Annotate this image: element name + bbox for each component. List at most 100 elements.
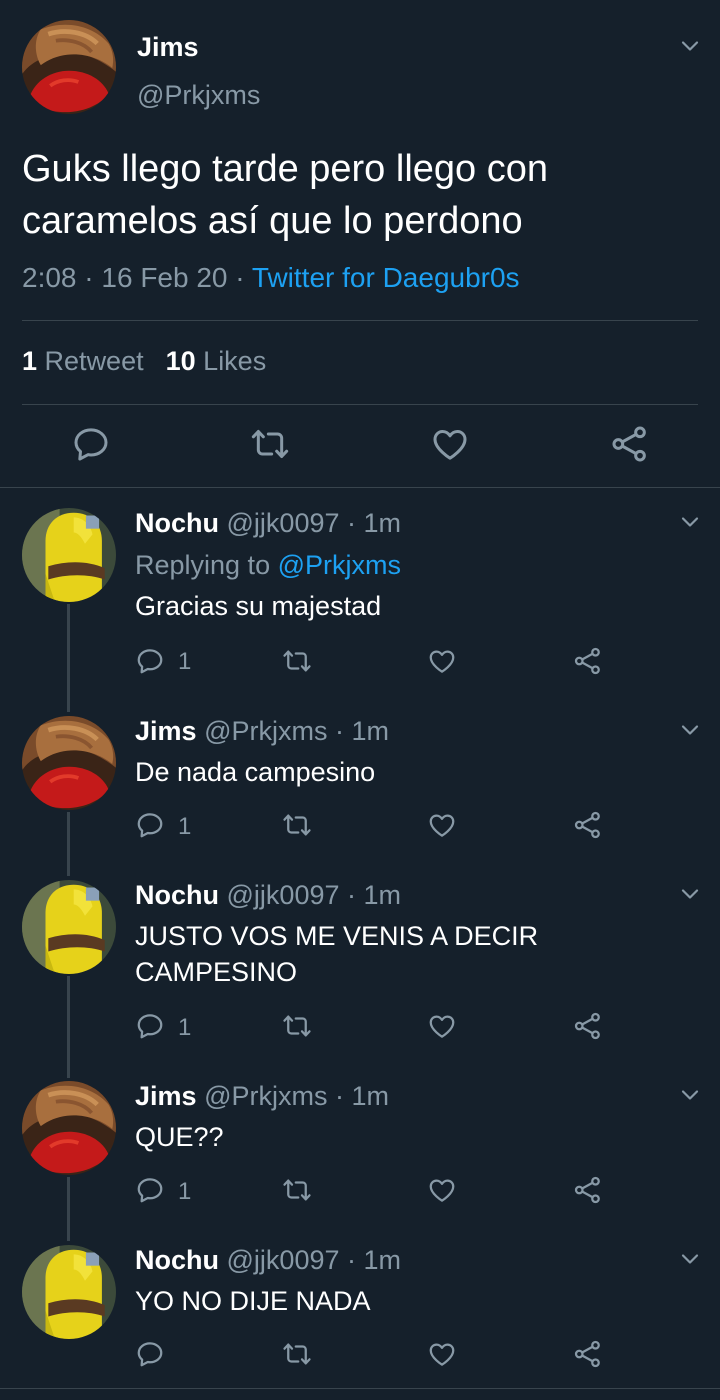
author-handle[interactable]: @Prkjxms: [137, 80, 260, 111]
share-icon[interactable]: [573, 1175, 603, 1205]
like-icon[interactable]: [427, 1175, 457, 1205]
meta-separator: ·: [84, 262, 94, 293]
avatar-image-jims: [22, 20, 116, 114]
reply-text: Gracias su majestad: [135, 591, 382, 621]
reply-count: 1: [178, 648, 192, 675]
reply-tweet[interactable]: Nochu @jjk0097 · 1m JUSTO VOS ME VENIS A…: [0, 880, 720, 1070]
reply-icon[interactable]: [135, 1011, 165, 1041]
share-icon[interactable]: [610, 424, 650, 464]
divider: [22, 404, 698, 405]
like-icon[interactable]: [427, 646, 457, 676]
tweet-date: 16 Feb 20: [101, 262, 228, 293]
retweet-icon[interactable]: [282, 646, 312, 676]
chevron-down-icon[interactable]: [678, 34, 702, 58]
reply-header: Jims @Prkjxms · 1m: [135, 716, 389, 747]
reply-tweet[interactable]: Nochu @jjk0097 · 1m Replying to @Prkjxms…: [0, 508, 720, 698]
reply-tweet[interactable]: Jims @Prkjxms · 1m QUE?? 1: [0, 1081, 720, 1231]
avatar[interactable]: [22, 1081, 116, 1175]
author-handle[interactable]: @Prkjxms: [204, 716, 327, 746]
avatar-image-nochu: [22, 508, 116, 602]
reply-icon[interactable]: [71, 424, 111, 464]
retweet-icon[interactable]: [282, 1175, 312, 1205]
share-icon[interactable]: [573, 646, 603, 676]
chevron-down-icon[interactable]: [678, 718, 702, 742]
chevron-down-icon[interactable]: [678, 882, 702, 906]
avatar[interactable]: [22, 880, 116, 974]
reply-icon[interactable]: [135, 1339, 165, 1369]
replying-handle-link[interactable]: @Prkjxms: [278, 550, 401, 580]
author-handle[interactable]: @Prkjxms: [204, 1081, 327, 1111]
meta-separator: ·: [334, 1081, 344, 1111]
reply-text: YO NO DIJE NADA: [135, 1286, 371, 1316]
like-icon[interactable]: [430, 424, 470, 464]
reply-text: JUSTO VOS ME VENIS A DECIR CAMPESINO: [135, 918, 675, 990]
tweet-meta: 2:08 · 16 Feb 20 · Twitter for Daegubr0s: [22, 262, 520, 294]
like-icon[interactable]: [427, 1011, 457, 1041]
retweet-icon[interactable]: [250, 424, 290, 464]
author-handle[interactable]: @jjk0097: [227, 880, 340, 910]
likes-label: Likes: [203, 346, 267, 376]
author-name[interactable]: Nochu: [135, 1245, 219, 1275]
reply-header: Jims @Prkjxms · 1m: [135, 1081, 389, 1112]
author-name[interactable]: Nochu: [135, 508, 219, 538]
meta-separator: ·: [347, 880, 357, 910]
reply-icon[interactable]: [135, 646, 165, 676]
reply-count: 1: [178, 1014, 192, 1041]
chevron-down-icon[interactable]: [678, 510, 702, 534]
author-handle[interactable]: @jjk0097: [227, 508, 340, 538]
likes-count: 10: [165, 346, 196, 376]
retweets-stat[interactable]: 1 Retweet: [22, 346, 144, 376]
author-name[interactable]: Jims: [135, 1081, 197, 1111]
share-icon[interactable]: [573, 1339, 603, 1369]
chevron-down-icon[interactable]: [678, 1083, 702, 1107]
reply-text: De nada campesino: [135, 757, 376, 787]
avatar-image-jims: [22, 1081, 116, 1175]
replying-label: Replying to: [135, 550, 271, 580]
likes-stat[interactable]: 10 Likes: [166, 346, 267, 376]
divider: [0, 487, 720, 488]
tweet-stats: 1 Retweet 10 Likes: [22, 346, 266, 377]
meta-separator: ·: [347, 508, 357, 538]
author-name[interactable]: Nochu: [135, 880, 219, 910]
tweet-text-line: Guks llego tarde pero llego con: [22, 148, 548, 190]
tweet-text: Guks llego tarde pero llego con caramelo…: [22, 143, 682, 247]
avatar-image-nochu: [22, 880, 116, 974]
reply-icon[interactable]: [135, 810, 165, 840]
retweet-icon[interactable]: [282, 1339, 312, 1369]
avatar[interactable]: [22, 716, 116, 810]
reply-header: Nochu @jjk0097 · 1m: [135, 880, 401, 911]
meta-separator: ·: [235, 262, 245, 293]
retweet-count: 1: [22, 346, 38, 376]
chevron-down-icon[interactable]: [678, 1247, 702, 1271]
author-name[interactable]: Jims: [135, 716, 197, 746]
avatar-image-nochu: [22, 1245, 116, 1339]
reply-count: 1: [178, 1178, 192, 1205]
reply-icon[interactable]: [135, 1175, 165, 1205]
avatar[interactable]: [22, 508, 116, 602]
share-icon[interactable]: [573, 810, 603, 840]
author-handle[interactable]: @jjk0097: [227, 1245, 340, 1275]
retweet-icon[interactable]: [282, 810, 312, 840]
author-name[interactable]: Jims: [137, 32, 199, 63]
reply-text-line: CAMPESINO: [135, 957, 298, 987]
reply-time: 1m: [351, 1081, 390, 1111]
reply-text: QUE??: [135, 1122, 224, 1152]
avatar[interactable]: [22, 20, 116, 114]
like-icon[interactable]: [427, 1339, 457, 1369]
reply-time: 1m: [351, 716, 390, 746]
meta-separator: ·: [334, 716, 344, 746]
reply-tweet[interactable]: Jims @Prkjxms · 1m De nada campesino 1: [0, 716, 720, 866]
avatar[interactable]: [22, 1245, 116, 1339]
reply-time: 1m: [363, 880, 402, 910]
reply-tweet[interactable]: Nochu @jjk0097 · 1m YO NO DIJE NADA: [0, 1245, 720, 1385]
main-tweet: Jims @Prkjxms Guks llego tarde pero lleg…: [0, 0, 720, 488]
meta-separator: ·: [347, 1245, 357, 1275]
share-icon[interactable]: [573, 1011, 603, 1041]
retweet-label: Retweet: [44, 346, 144, 376]
reply-time: 1m: [363, 1245, 402, 1275]
retweet-icon[interactable]: [282, 1011, 312, 1041]
replying-to: Replying to @Prkjxms: [135, 550, 401, 581]
divider: [0, 1388, 720, 1389]
like-icon[interactable]: [427, 810, 457, 840]
tweet-source-link[interactable]: Twitter for Daegubr0s: [252, 262, 520, 293]
